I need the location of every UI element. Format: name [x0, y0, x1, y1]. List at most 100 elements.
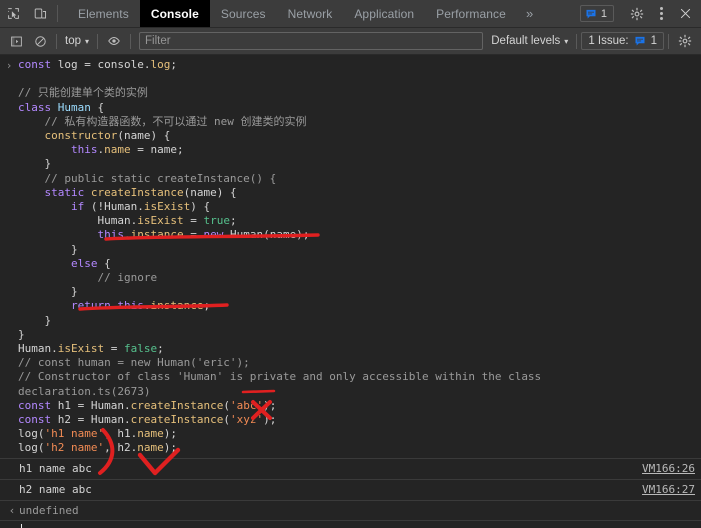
code-token: new [203, 228, 224, 242]
log-levels-selector[interactable]: Default levels ▾ [487, 35, 572, 47]
tab-application[interactable]: Application [343, 0, 425, 27]
chevron-down-icon: ▾ [564, 37, 569, 46]
tab-sources[interactable]: Sources [210, 0, 277, 27]
close-icon[interactable] [673, 7, 697, 20]
code-token: } [18, 242, 78, 256]
gear-icon[interactable] [673, 30, 697, 52]
issue-message-icon [635, 36, 645, 46]
live-expression-icon[interactable] [102, 30, 126, 52]
code-token: this [97, 228, 124, 242]
code-line: } [18, 328, 541, 342]
panel-tabs: Elements Console Sources Network Applica… [67, 0, 517, 27]
code-token: ); [263, 413, 277, 427]
code-token: instance [130, 228, 184, 242]
toolbar-divider-1 [56, 33, 57, 49]
code-line: const log = console.log; [18, 58, 541, 72]
tab-elements[interactable]: Elements [67, 0, 140, 27]
code-token: createInstance [90, 185, 184, 199]
chevron-down-icon: ▾ [85, 37, 90, 46]
execution-context-label: top [65, 35, 81, 47]
code-token: declaration.ts(2673) [18, 384, 151, 398]
code-token: . [123, 228, 131, 242]
code-line: // ignore [18, 271, 541, 285]
code-line: } [18, 157, 541, 171]
code-token: instance [150, 299, 204, 313]
filter-input[interactable] [139, 32, 484, 50]
code-token: // const human = new Human('eric'); [18, 356, 250, 370]
console-input-code: const log = console.log; // 只能创建单个类的实例 cl… [18, 58, 541, 456]
console-output-row: h1 name abc VM166:26 [0, 457, 701, 479]
code-token: , h2. [104, 441, 138, 455]
code-token: , h1. [104, 427, 138, 441]
code-token: 'h1 name' [44, 427, 105, 441]
code-line: log('h2 name', h2.name); [18, 441, 541, 455]
tab-performance[interactable]: Performance [425, 0, 517, 27]
clear-console-icon[interactable] [28, 30, 52, 52]
code-line: constructor(name) { [18, 129, 541, 143]
code-line: // public static createInstance() { [18, 172, 541, 186]
code-token: const [18, 398, 52, 412]
code-token: } [18, 157, 52, 171]
code-token: log [150, 58, 171, 71]
code-token: // ignore [18, 271, 158, 285]
more-tabs-icon[interactable]: » [517, 0, 542, 27]
console-output-source-link[interactable]: VM166:26 [642, 462, 695, 475]
code-token: ; [203, 299, 211, 313]
code-token: class [18, 100, 52, 114]
issues-badge[interactable]: 1 [579, 5, 614, 22]
execution-context-selector[interactable]: top ▾ [61, 35, 93, 47]
inspect-cursor-icon[interactable] [0, 0, 27, 27]
code-token: (!Human. [84, 200, 144, 214]
code-token: ; [157, 342, 164, 356]
code-token: this [117, 299, 144, 313]
input-arrow-icon: › [5, 59, 13, 72]
code-token: name [137, 441, 164, 455]
tab-console[interactable]: Console [139, 0, 210, 27]
code-token: else [70, 256, 98, 270]
code-line: this.instance = new Human(name); [18, 228, 541, 242]
code-line: // Constructor of class 'Human' is priva… [18, 370, 541, 384]
code-line: // const human = new Human('eric'); [18, 356, 541, 370]
code-token: ( [223, 398, 230, 412]
code-token: isExist [57, 342, 105, 356]
code-token: log [51, 58, 85, 71]
console-messages-area[interactable]: › const log = console.log; // 只能创建单个类的实例… [0, 55, 701, 528]
code-token: h1 = Human. [51, 398, 131, 412]
result-value: undefined [19, 503, 79, 517]
code-token: if [70, 200, 85, 214]
code-token: // 只能创建单个类的实例 [18, 86, 148, 100]
code-token: = [84, 58, 91, 71]
text-cursor [21, 524, 22, 528]
console-output-source-link[interactable]: VM166:27 [642, 483, 695, 496]
console-toolbar: top ▾ Default levels ▾ 1 Issue: 1 [0, 28, 701, 55]
code-line: } [18, 314, 541, 328]
code-token: 'xyz' [229, 413, 264, 427]
code-token: (name) { [183, 185, 237, 199]
gear-icon[interactable] [625, 7, 649, 21]
code-token: { [90, 100, 105, 114]
issues-counter[interactable]: 1 Issue: 1 [581, 32, 664, 50]
console-sidebar-icon[interactable] [4, 30, 28, 52]
code-token: name [104, 143, 131, 157]
console-prompt-row[interactable]: › [0, 519, 701, 528]
code-token: ; [170, 58, 177, 71]
toolbar-divider-3 [130, 33, 132, 49]
code-line: this.name = name; [18, 143, 541, 157]
device-toolbar-icon[interactable] [27, 0, 54, 27]
code-token: Human [57, 100, 91, 114]
code-line: // 私有构造器函数，不可以通过 new 创建类的实例 [18, 115, 541, 129]
issue-message-icon [586, 9, 596, 18]
kebab-menu-icon[interactable] [649, 7, 673, 20]
code-line: log('h1 name', h1.name); [18, 427, 541, 441]
code-token: name [137, 427, 164, 441]
code-token: false [123, 342, 158, 356]
tab-network[interactable]: Network [277, 0, 344, 27]
code-token: console. [90, 58, 151, 71]
code-token: ); [263, 398, 277, 412]
code-token: const [18, 413, 52, 427]
code-line: class Human { [18, 101, 541, 115]
